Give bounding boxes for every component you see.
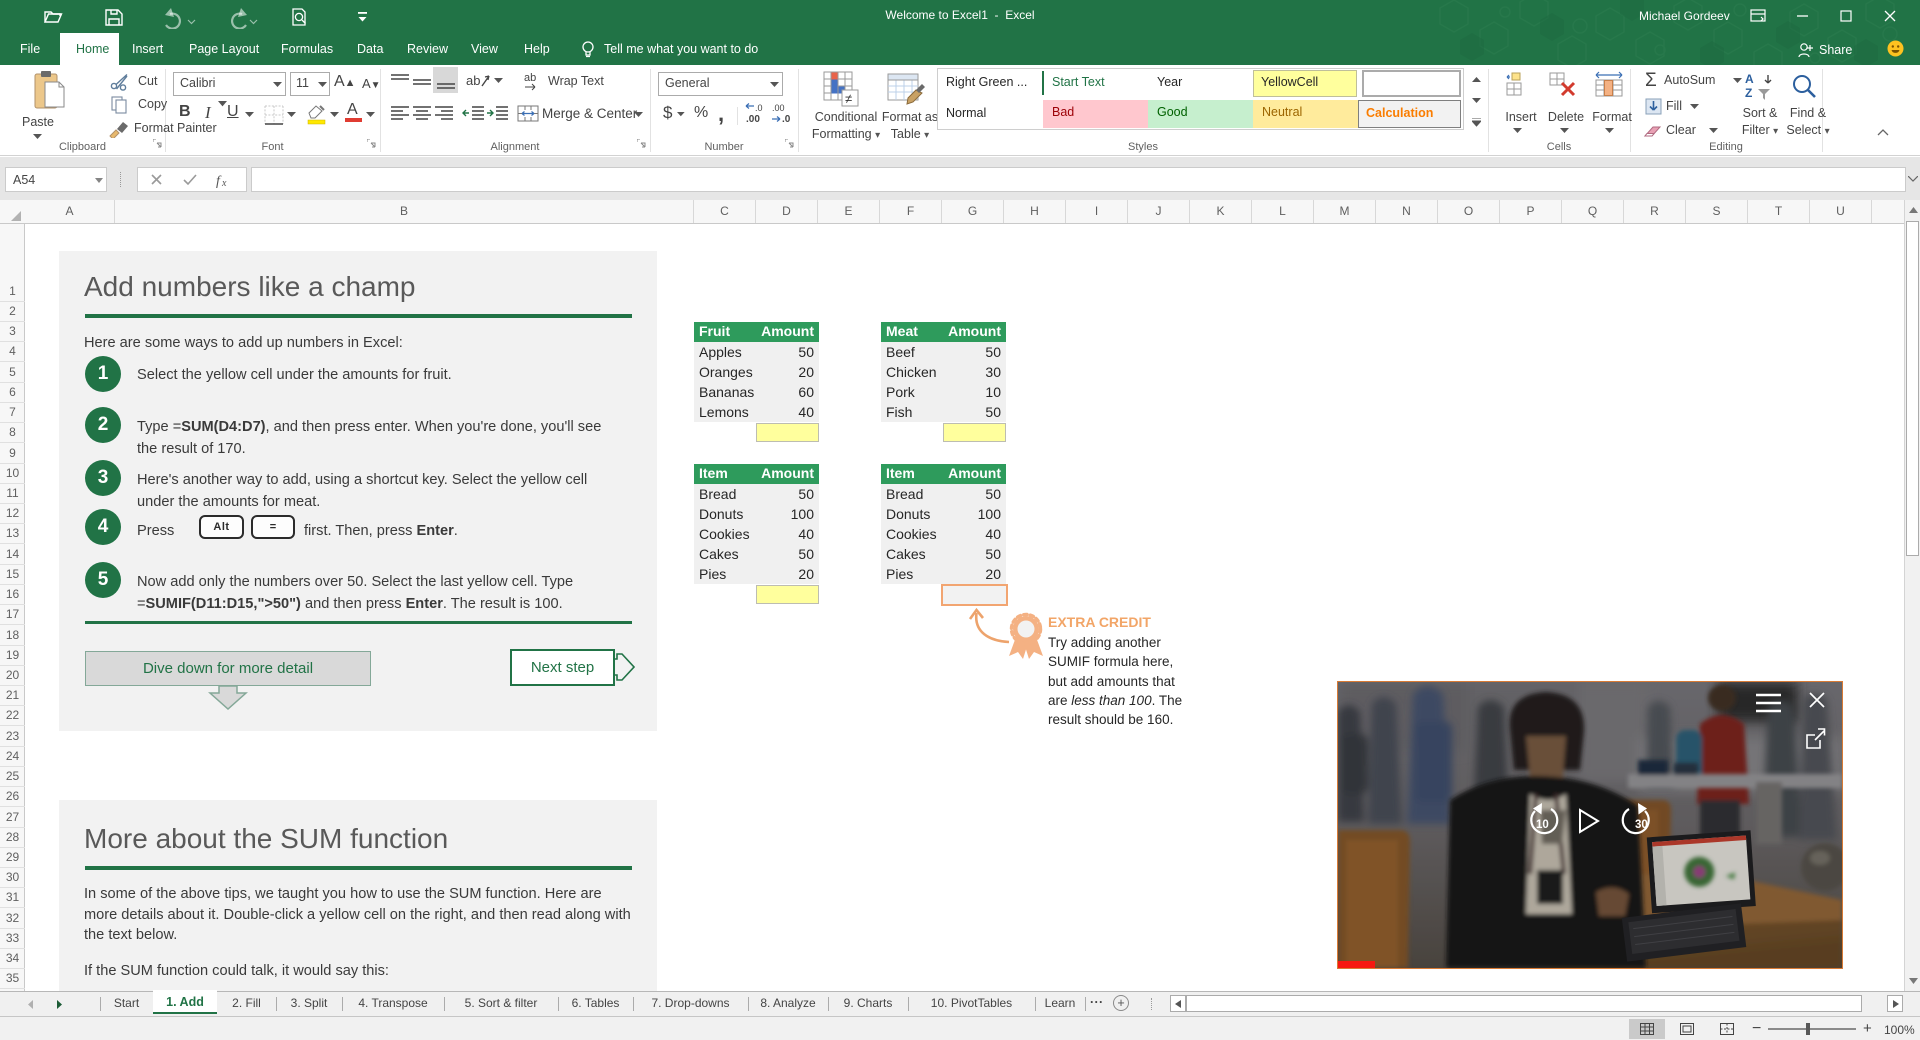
svg-text:.00: .00 bbox=[772, 103, 785, 113]
svg-text:ab: ab bbox=[524, 72, 536, 84]
svg-text:.00: .00 bbox=[746, 114, 760, 125]
svg-text:.0: .0 bbox=[782, 114, 791, 125]
svg-text:A: A bbox=[1745, 72, 1754, 86]
svg-text:ab: ab bbox=[466, 73, 480, 88]
svg-text:10: 10 bbox=[1536, 819, 1549, 831]
svg-text:30: 30 bbox=[1635, 819, 1648, 831]
svg-text:.0: .0 bbox=[755, 103, 763, 113]
svg-text:≠: ≠ bbox=[845, 91, 852, 106]
svg-text:x: x bbox=[221, 178, 227, 189]
svg-text:Z: Z bbox=[1745, 86, 1752, 100]
